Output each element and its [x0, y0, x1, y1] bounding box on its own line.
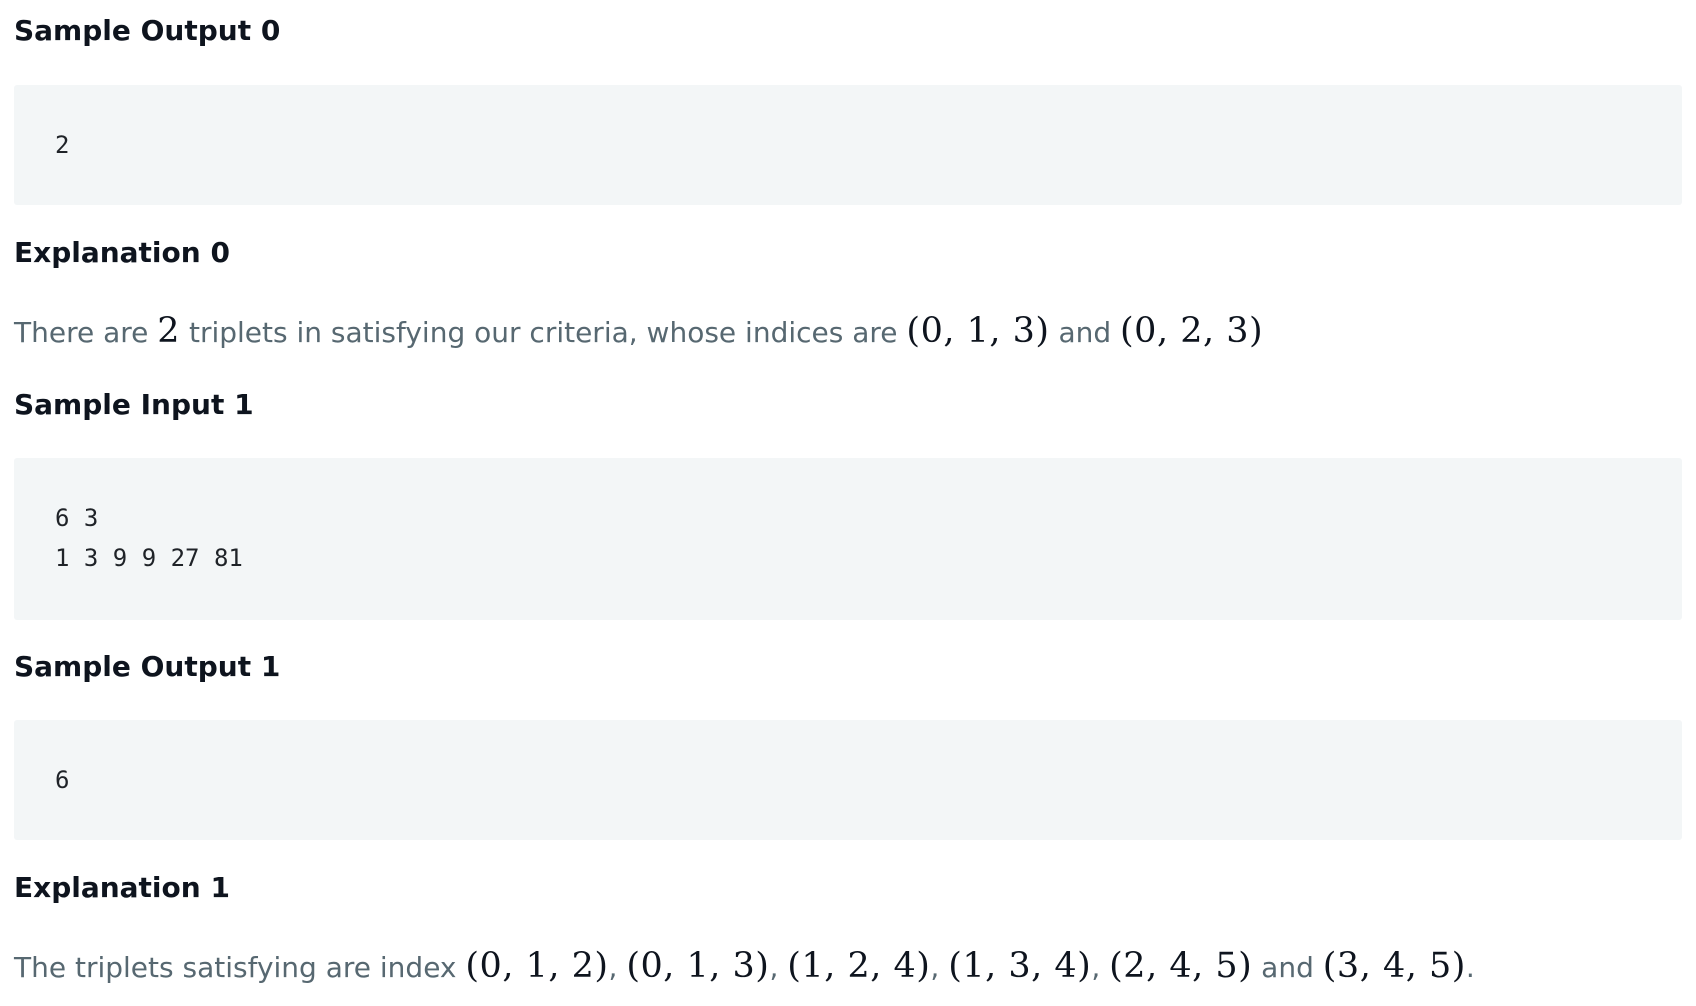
text-span: , — [769, 951, 788, 984]
problem-statement-page: Sample Output 0 2 Explanation 0 There ar… — [0, 0, 1696, 1006]
text-span: and — [1049, 316, 1121, 349]
explanation-0-text: There are 2 triplets in satisfying our c… — [14, 307, 1263, 357]
explanation-1-heading: Explanation 1 — [14, 871, 230, 904]
sample-input-1-code-block: 6 3 1 3 9 9 27 81 — [14, 458, 1682, 620]
explanation-1-text: The triplets satisfying are index (0, 1,… — [14, 942, 1475, 992]
text-span: . — [1465, 951, 1475, 984]
math-value: (0, 2, 3) — [1120, 311, 1264, 351]
text-span: , — [1091, 951, 1110, 984]
sample-output-0-heading: Sample Output 0 — [14, 14, 281, 47]
math-value: (3, 4, 5) — [1322, 946, 1466, 986]
math-value: (1, 2, 4) — [787, 946, 931, 986]
math-value: 2 — [157, 311, 181, 351]
math-value: (2, 4, 5) — [1109, 946, 1253, 986]
text-span: and — [1252, 951, 1323, 984]
text-span: The triplets satisfying are index — [14, 951, 466, 984]
sample-output-0-code-block: 2 — [14, 85, 1682, 205]
math-value: (0, 1, 2) — [465, 946, 609, 986]
math-value: (0, 1, 3) — [906, 311, 1050, 351]
text-span: There are — [14, 316, 158, 349]
text-span: , — [930, 951, 949, 984]
code-line: 6 — [55, 766, 70, 794]
text-span: , — [608, 951, 627, 984]
explanation-0-heading: Explanation 0 — [14, 236, 230, 269]
text-span: triplets in satisfying our criteria, who… — [180, 316, 907, 349]
code-line: 6 3 — [55, 504, 99, 532]
sample-input-1-heading: Sample Input 1 — [14, 388, 254, 421]
code-line: 1 3 9 9 27 81 — [55, 544, 243, 572]
sample-output-1-code-block: 6 — [14, 720, 1682, 840]
math-value: (1, 3, 4) — [948, 946, 1092, 986]
math-value: (0, 1, 3) — [626, 946, 770, 986]
sample-output-1-heading: Sample Output 1 — [14, 650, 281, 683]
code-line: 2 — [55, 131, 70, 159]
